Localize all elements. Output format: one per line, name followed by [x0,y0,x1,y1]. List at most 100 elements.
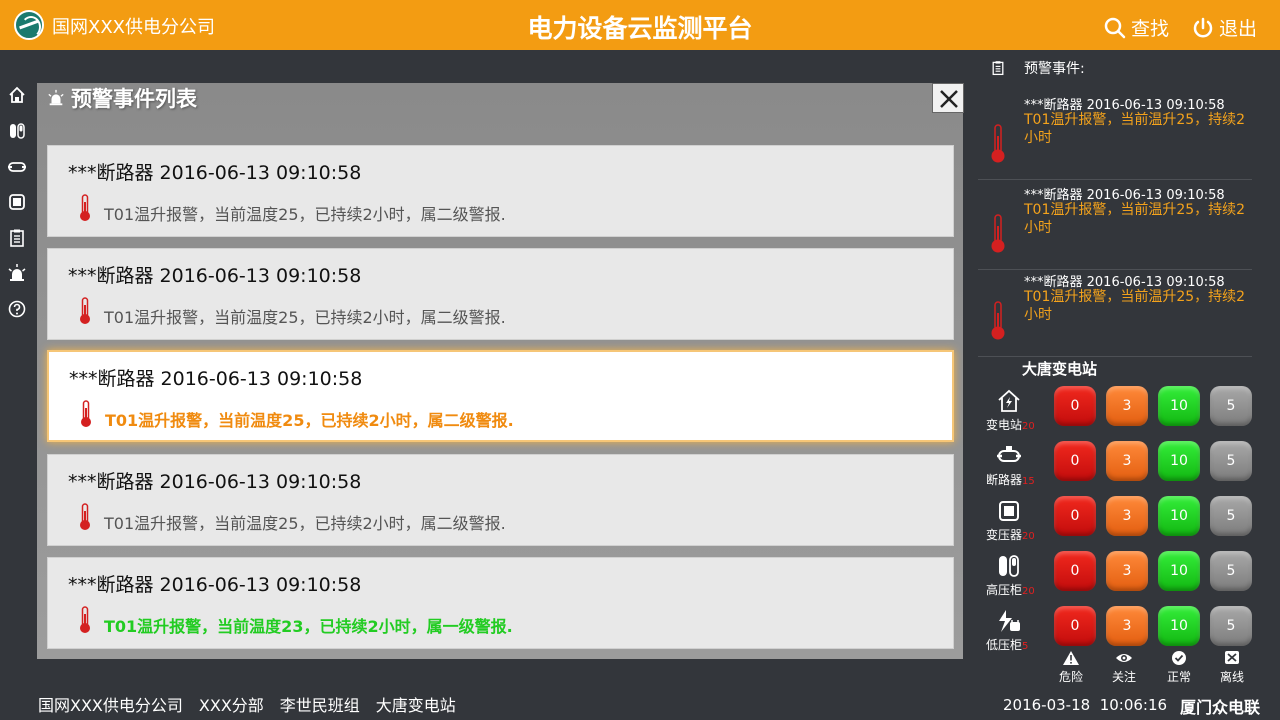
danger-count-button[interactable]: 0 [1054,606,1096,646]
warning-item[interactable]: ***断路器 2016-06-13 09:10:58 T01温升报警，当前温升2… [978,269,1252,357]
search-button[interactable]: 查找 [1104,14,1169,41]
thermometer-icon [80,194,90,221]
alarm-icon[interactable] [7,263,27,283]
normal-count-button[interactable]: 10 [1158,551,1200,591]
event-item[interactable]: ***断路器 2016-06-13 09:10:58 T01温升报警，当前温度2… [47,145,954,237]
event-header: ***断路器 2016-06-13 09:10:58 [68,471,362,493]
warning-triangle-icon [1063,651,1079,665]
normal-count-button[interactable]: 10 [1158,386,1200,426]
close-button[interactable] [932,83,964,113]
thermometer-icon [81,400,91,427]
logout-button[interactable]: 退出 [1192,14,1257,41]
device-label: 低压柜5 [986,638,1029,652]
attention-count-button[interactable]: 3 [1106,386,1148,426]
warning-item-message: T01温升报警，当前温升25，持续2小时 [1024,112,1246,146]
logout-label: 退出 [1219,18,1258,40]
warning-item-message: T01温升报警，当前温升25，持续2小时 [1024,289,1246,323]
power-icon [1193,17,1213,37]
device-row-hv-cabinet: 高压柜20 0 3 10 5 [978,551,1268,601]
thermometer-icon [80,297,90,324]
footer-brand: 厦门众电联 [1180,698,1261,717]
close-icon [940,90,958,108]
event-item[interactable]: ***断路器 2016-06-13 09:10:58 T01温升报警，当前温度2… [47,248,954,340]
normal-count-button[interactable]: 10 [1158,496,1200,536]
offline-count-button[interactable]: 5 [1210,551,1252,591]
device-row-transformer: 变压器20 0 3 10 5 [978,496,1268,546]
event-item[interactable]: ***断路器 2016-06-13 09:10:58 T01温升报警，当前温度2… [47,454,954,546]
footer-station: 大唐变电站 [375,696,456,715]
list-icon[interactable] [7,228,27,248]
top-header: 国网XXX供电分公司 电力设备云监测平台 查找 退出 [0,0,1280,50]
legend-normal: 正常 [1159,650,1199,685]
danger-count-button[interactable]: 0 [1054,386,1096,426]
eye-icon [1116,654,1132,662]
search-label: 查找 [1131,18,1170,40]
event-message: T01温升报警，当前温度23，已持续2小时，属一级警报. [104,617,513,636]
company-name: 国网XXX供电分公司 [52,17,215,38]
attention-count-button[interactable]: 3 [1106,441,1148,481]
footer-team: 李世民班组 [279,696,360,715]
warning-item[interactable]: ***断路器 2016-06-13 09:10:58 T01温升报警，当前温升2… [978,182,1252,270]
normal-count-button[interactable]: 10 [1158,606,1200,646]
panel-title: 预警事件列表 [71,87,197,111]
offline-count-button[interactable]: 5 [1210,496,1252,536]
thermometer-icon [991,301,1005,340]
alarm-icon [48,89,64,106]
legend-attention: 关注 [1104,650,1144,685]
company-logo-icon [14,10,44,40]
warning-item[interactable]: ***断路器 2016-06-13 09:10:58 T01温升报警，当前温升2… [978,92,1252,180]
alert-event-panel: 预警事件列表 ***断路器 2016-06-13 09:10:58 T01温升报… [37,83,964,659]
event-message: T01温升报警，当前温度25，已持续2小时，属二级警报. [104,205,506,224]
thermometer-icon [991,214,1005,253]
offline-count-button[interactable]: 5 [1210,441,1252,481]
device-label: 变压器20 [986,528,1035,542]
breaker-icon [997,446,1021,462]
event-item-selected[interactable]: ***断路器 2016-06-13 09:10:58 T01温升报警，当前温度2… [47,350,954,442]
offline-count-button[interactable]: 5 [1210,606,1252,646]
breaker-icon[interactable] [7,157,27,177]
panel-header: 预警事件列表 [47,83,197,113]
hv-cabinet-icon [999,555,1019,577]
warning-title: 预警事件: [1024,61,1085,77]
offline-count-button[interactable]: 5 [1210,386,1252,426]
device-label: 断路器15 [986,473,1035,487]
substation-icon [998,389,1020,412]
home-icon[interactable] [7,85,27,105]
device-row-breaker: 断路器15 0 3 10 5 [978,441,1268,491]
device-label: 变电站20 [986,418,1035,432]
warning-header: 预警事件: [990,58,1085,78]
attention-count-button[interactable]: 3 [1106,551,1148,591]
event-message: T01温升报警，当前温度25，已持续2小时，属二级警报. [105,411,514,430]
event-message: T01温升报警，当前温度25，已持续2小时，属二级警报. [104,308,506,327]
list-icon [992,61,1004,76]
legend-offline: 离线 [1212,650,1252,685]
device-row-lv-cabinet: 低压柜5 0 3 10 5 [978,606,1268,656]
danger-count-button[interactable]: 0 [1054,551,1096,591]
footer-breadcrumb: 国网XXX供电分公司 XXX分部 李世民班组 大唐变电站 [38,692,456,716]
transformer-icon[interactable] [7,192,27,212]
offline-box-icon [1225,651,1239,664]
switch-cabinet-icon[interactable] [7,121,27,141]
danger-count-button[interactable]: 0 [1054,441,1096,481]
event-item[interactable]: ***断路器 2016-06-13 09:10:58 T01温升报警，当前温度2… [47,557,954,649]
footer-company: 国网XXX供电分公司 [38,696,183,715]
event-header: ***断路器 2016-06-13 09:10:58 [68,162,362,184]
event-header: ***断路器 2016-06-13 09:10:58 [68,265,362,287]
transformer-icon [999,501,1019,521]
right-panel: 预警事件: ***断路器 2016-06-13 09:10:58 T01温升报警… [978,52,1280,692]
attention-count-button[interactable]: 3 [1106,606,1148,646]
event-header: ***断路器 2016-06-13 09:10:58 [68,574,362,596]
attention-count-button[interactable]: 3 [1106,496,1148,536]
thermometer-icon [991,124,1005,163]
check-circle-icon [1172,651,1186,665]
danger-count-button[interactable]: 0 [1054,496,1096,536]
normal-count-button[interactable]: 10 [1158,441,1200,481]
footer-branch: XXX分部 [198,696,264,715]
thermometer-icon [80,503,90,530]
search-icon [1104,17,1126,38]
thermometer-icon [80,606,90,633]
event-message: T01温升报警，当前温度25，已持续2小时，属二级警报. [104,514,506,533]
warning-item-message: T01温升报警，当前温升25，持续2小时 [1024,202,1246,236]
help-icon[interactable] [7,299,27,319]
station-name: 大唐变电站 [1022,360,1098,378]
